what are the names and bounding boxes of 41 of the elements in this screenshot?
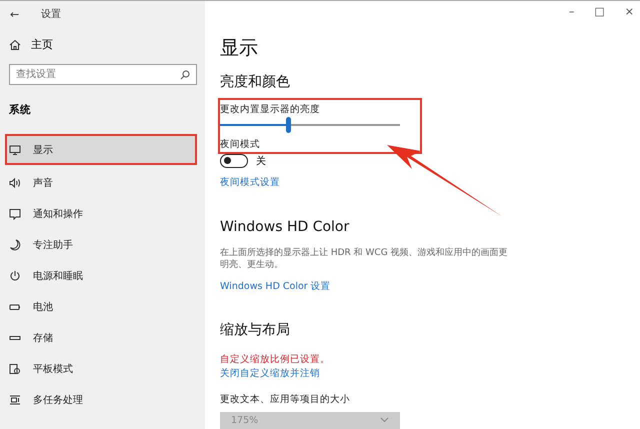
dropdown-label: 更改文本、应用等项目的大小 xyxy=(220,392,350,406)
slider-label: 更改内置显示器的亮度 xyxy=(220,103,320,116)
power-icon xyxy=(9,270,21,282)
sidebar-item[interactable]: 专注助手 xyxy=(0,229,197,260)
message-icon xyxy=(9,208,21,220)
tablet-icon xyxy=(9,362,21,374)
window-control[interactable]: □ xyxy=(594,5,605,18)
sidebar-item[interactable]: 声音 xyxy=(0,167,197,198)
section-heading: 缩放与布局 xyxy=(220,320,290,339)
sidebar-item[interactable]: 电源和睡眠 xyxy=(0,260,197,291)
section-heading: Windows HD Color xyxy=(220,218,350,235)
window-control[interactable]: × xyxy=(624,5,634,18)
toggle-state: 关 xyxy=(256,154,266,168)
hd-color-settings-link[interactable]: Windows HD Color 设置 xyxy=(220,280,331,293)
sidebar-item[interactable]: 存储 xyxy=(0,322,197,353)
back-button[interactable]: ← xyxy=(10,8,20,20)
toggle-label: 夜间模式 xyxy=(220,138,260,151)
warning-text: 自定义缩放比例已设置。 xyxy=(220,352,330,366)
multitask-icon xyxy=(9,394,21,406)
window-control[interactable]: – xyxy=(568,5,574,18)
section-heading: 系统 xyxy=(8,103,32,117)
sidebar-item[interactable]: 通知和操作 xyxy=(0,198,197,229)
window-title: 设置 xyxy=(41,8,62,21)
home-icon xyxy=(9,38,21,50)
monitor-icon xyxy=(9,144,21,156)
home-link[interactable]: 主页 xyxy=(31,37,53,52)
sidebar-item[interactable]: 平板模式 xyxy=(0,353,197,384)
night-light-toggle[interactable] xyxy=(220,154,248,168)
chevron-icon xyxy=(380,417,389,424)
speaker-icon xyxy=(9,176,21,188)
sidebar-item[interactable]: 显示 xyxy=(5,134,197,165)
section-heading: 亮度和颜色 xyxy=(220,73,290,91)
search-field[interactable]: 查找设置 xyxy=(9,64,197,85)
moon-icon xyxy=(9,238,21,250)
sidebar-item[interactable]: 多任务处理 xyxy=(0,384,197,415)
night-light-settings-link[interactable]: 夜间模式设置 xyxy=(220,176,280,189)
search-icon xyxy=(180,70,190,80)
brightness-slider[interactable] xyxy=(220,118,400,132)
page-title: 显示 xyxy=(220,36,258,61)
sidebar-item[interactable]: 电池 xyxy=(0,291,197,322)
description-text: 在上面所选择的显示器上让 HDR 和 WCG 视频、游戏和应用中的画面更明亮、更生动。 xyxy=(220,246,509,272)
